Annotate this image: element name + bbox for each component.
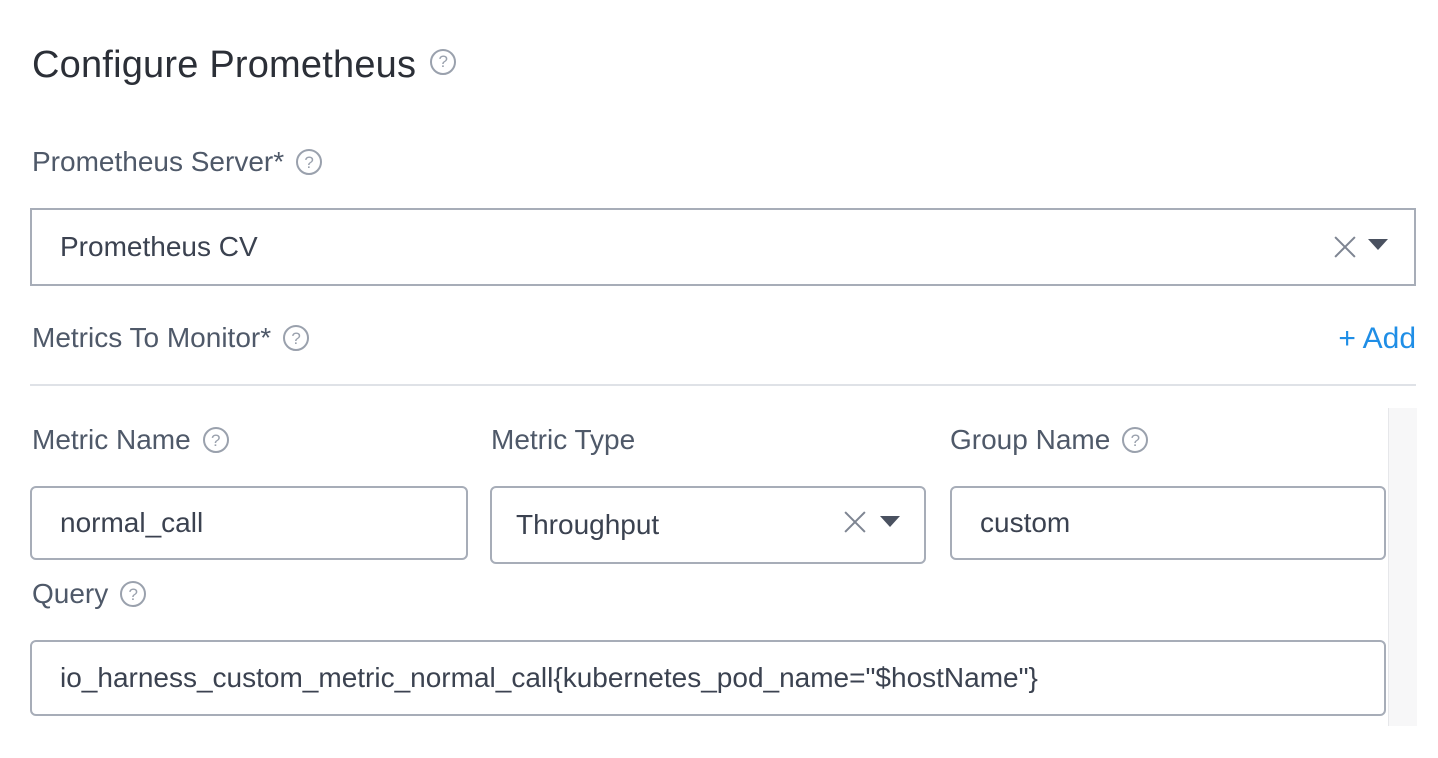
page-title: Configure Prometheus bbox=[32, 44, 417, 86]
scrollbar[interactable] bbox=[1388, 408, 1417, 726]
query-value: io_harness_custom_metric_normal_call{kub… bbox=[60, 662, 1038, 693]
divider bbox=[30, 384, 1416, 386]
question-circle-icon[interactable]: ? bbox=[283, 325, 310, 351]
metric-type-select[interactable]: Throughput bbox=[490, 486, 926, 564]
metric-name-label-row: Metric Name ? bbox=[32, 424, 229, 456]
add-metric-button[interactable]: + Add bbox=[1338, 322, 1416, 356]
metric-name-label: Metric Name bbox=[32, 424, 191, 455]
group-name-label: Group Name bbox=[950, 424, 1111, 455]
configure-prometheus-panel: Configure Prometheus ? Prometheus Server… bbox=[0, 0, 1438, 758]
group-name-value: custom bbox=[980, 507, 1071, 538]
query-label: Query bbox=[32, 578, 109, 609]
prometheus-server-label: Prometheus Server* bbox=[32, 146, 285, 177]
query-input[interactable]: io_harness_custom_metric_normal_call{kub… bbox=[30, 640, 1386, 716]
metric-type-value: Throughput bbox=[516, 509, 660, 540]
metric-type-label: Metric Type bbox=[491, 424, 636, 455]
prometheus-server-label-row: Prometheus Server* ? bbox=[32, 146, 323, 178]
query-label-row: Query ? bbox=[32, 578, 147, 610]
question-circle-icon[interactable]: ? bbox=[1122, 427, 1149, 453]
close-icon[interactable] bbox=[1332, 234, 1358, 260]
close-icon[interactable] bbox=[842, 509, 868, 535]
prometheus-server-select[interactable]: Prometheus CV bbox=[30, 208, 1416, 286]
question-circle-icon[interactable]: ? bbox=[120, 581, 147, 607]
question-circle-icon[interactable]: ? bbox=[430, 48, 457, 75]
group-name-input[interactable]: custom bbox=[950, 486, 1386, 560]
prometheus-server-value: Prometheus CV bbox=[60, 231, 258, 262]
caret-down-icon[interactable] bbox=[1368, 238, 1388, 250]
metric-name-value: normal_call bbox=[60, 507, 204, 538]
metric-type-label-row: Metric Type bbox=[491, 424, 635, 456]
page-header: Configure Prometheus ? bbox=[32, 44, 457, 87]
metric-name-input[interactable]: normal_call bbox=[30, 486, 468, 560]
caret-down-icon[interactable] bbox=[880, 515, 900, 527]
question-circle-icon[interactable]: ? bbox=[202, 427, 229, 453]
group-name-label-row: Group Name ? bbox=[950, 424, 1149, 456]
metrics-to-monitor-label: Metrics To Monitor* bbox=[32, 322, 272, 353]
question-circle-icon[interactable]: ? bbox=[296, 149, 323, 175]
metrics-to-monitor-label-row: Metrics To Monitor* ? bbox=[32, 322, 310, 354]
